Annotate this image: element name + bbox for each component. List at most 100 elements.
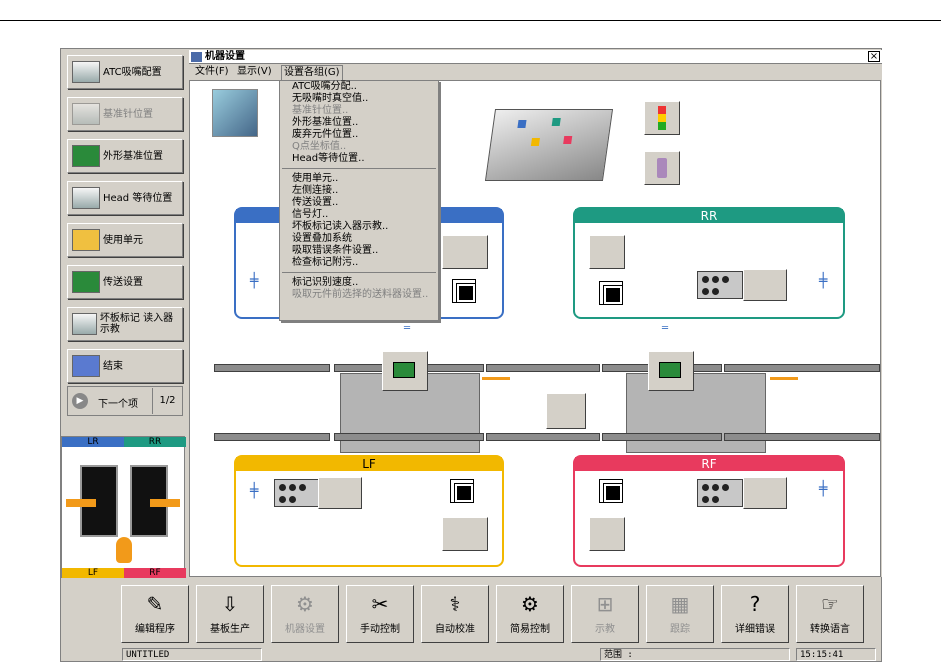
language-icon: ☞ — [821, 592, 839, 616]
next-item-button[interactable]: 下一个项 — [98, 395, 138, 410]
toolbar-button[interactable]: ⇩ 基板生产 — [196, 585, 264, 643]
dropdown-menu-item[interactable]: 信号灯.. — [280, 209, 438, 221]
lr-nozzle-tile[interactable] — [442, 235, 488, 269]
center-unit-tile[interactable] — [546, 393, 586, 429]
rr-camera-icon[interactable] — [599, 281, 623, 305]
menu-view[interactable]: 显示(V) — [237, 65, 272, 79]
head-wait-button[interactable]: Head 等待位置 — [67, 181, 183, 215]
toolbar-button[interactable]: ⚕ 自动校准 — [421, 585, 489, 643]
toolbar-button-label: 跟踪 — [670, 624, 690, 635]
toolbar-button[interactable]: ▦ 跟踪 — [646, 585, 714, 643]
flow-arrow-icon — [66, 499, 96, 507]
rf-marker — [563, 136, 573, 144]
toolbar-button[interactable]: ⚙ 简易控制 — [496, 585, 564, 643]
edit-program-icon: ✎ — [146, 592, 164, 616]
toolbar-button-label: 编辑程序 — [135, 624, 175, 635]
toolbar-button-label: 示教 — [595, 624, 615, 635]
machine-setup-icon: ⚙ — [296, 592, 314, 616]
close-button[interactable]: × — [868, 51, 880, 62]
simple-control-icon: ⚙ — [521, 592, 539, 616]
operator-icon — [116, 537, 132, 563]
dropdown-menu-item[interactable]: 左侧连接.. — [280, 185, 438, 197]
rf-feeder-icon — [697, 479, 743, 507]
right-transfer-tile[interactable] — [648, 351, 694, 391]
dropdown-menu-item[interactable]: Q点坐标值.. — [280, 141, 438, 153]
dropdown-menu-item[interactable]: 设置叠加系统 — [280, 233, 438, 245]
lr-head-icon: ╪ — [250, 273, 259, 289]
lf-header: LF — [236, 457, 502, 471]
page-indicator: 1/2 — [152, 388, 182, 414]
lf-feeder-tile[interactable] — [318, 477, 362, 509]
transfer-setup-button[interactable]: 传送设置 — [67, 265, 183, 299]
error-detail-icon: ? — [749, 592, 761, 616]
window-title: 机器设置 — [189, 50, 882, 64]
left-stopper-icon — [482, 377, 510, 387]
program-name: UNTITLED — [122, 648, 262, 661]
exit-door-icon — [72, 355, 100, 377]
dropdown-menu-item[interactable]: 废弃元件位置.. — [280, 129, 438, 141]
conveyor-rail — [724, 364, 880, 372]
menu-settings-group[interactable]: 设置各组(G) — [281, 65, 343, 81]
lr-marker — [517, 120, 527, 128]
dropdown-menu-item[interactable]: 无吸嘴时真空值.. — [280, 93, 438, 105]
dropdown-menu-item[interactable]: Head等待位置.. — [280, 153, 438, 165]
outline-reference-button[interactable]: 外形基准位置 — [67, 139, 183, 173]
lr-camera-icon[interactable] — [452, 279, 476, 303]
dropdown-menu-item[interactable]: 吸取错误条件设置.. — [280, 245, 438, 257]
dropdown-menu-item[interactable]: 传送设置.. — [280, 197, 438, 209]
menubar: 文件(F) 显示(V) 设置各组(G) — [189, 65, 882, 81]
dropdown-menu-item[interactable]: 坏板标记读入器示教.. — [280, 221, 438, 233]
lf-head-icon: ╪ — [250, 483, 259, 499]
toolbar-button[interactable]: ✎ 编辑程序 — [121, 585, 189, 643]
toolbar-button-label: 手动控制 — [360, 624, 400, 635]
dropdown-menu-item[interactable]: 使用单元.. — [280, 173, 438, 185]
dropdown-menu-item[interactable]: 检查标记附污.. — [280, 257, 438, 269]
toolbar-button[interactable]: ⚙ 机器设置 — [271, 585, 339, 643]
clock: 15:15:41 — [796, 648, 876, 661]
pager: ▶ 下一个项 1/2 — [67, 386, 183, 416]
lr-conveyor-marker: ═ — [404, 323, 411, 334]
dropdown-menu-item[interactable]: 外形基准位置.. — [280, 117, 438, 129]
vacuum-nozzle-button[interactable] — [644, 151, 680, 185]
reference-pin-button[interactable]: 基准针位置 — [67, 97, 183, 131]
signal-tower-button[interactable] — [644, 101, 680, 135]
use-unit-button[interactable]: 使用单元 — [67, 223, 183, 257]
rr-header: RR — [575, 209, 843, 223]
rr-nozzle-tile[interactable] — [589, 235, 625, 269]
conveyor-rail — [602, 433, 722, 441]
rr-feeder-tile[interactable] — [743, 269, 787, 301]
atc-nozzle-button[interactable]: ATC吸嘴配置 — [67, 55, 183, 89]
toolbar-button[interactable]: ? 详细错误 — [721, 585, 789, 643]
next-arrow-icon[interactable]: ▶ — [72, 393, 88, 409]
lf-camera-icon[interactable] — [450, 479, 474, 503]
dropdown-menu-item[interactable]: ATC吸嘴分配.. — [280, 81, 438, 93]
toolbar-button[interactable]: ⊞ 示教 — [571, 585, 639, 643]
toolbar-button[interactable]: ☞ 转换语言 — [796, 585, 864, 643]
bad-mark-teach-button[interactable]: 坏板标记 读入器示教 — [67, 307, 183, 341]
settings-group-dropdown: ATC吸嘴分配.. 无吸嘴时真空值.. 基准针位置.. 外形基准位置.. 废弃元件位置.… — [279, 80, 439, 321]
rr-head-icon: ╪ — [819, 273, 828, 289]
head-rf-panel: RF ╪ — [573, 455, 845, 567]
right-stopper-icon — [770, 377, 798, 387]
lf-nozzle-tile[interactable] — [442, 517, 488, 551]
left-transfer-tile[interactable] — [382, 351, 428, 391]
conveyor-rail — [334, 433, 484, 441]
rf-camera-icon[interactable] — [599, 479, 623, 503]
toolbar-button[interactable]: ✂ 手动控制 — [346, 585, 414, 643]
exit-button[interactable]: 结束 — [67, 349, 183, 383]
dropdown-menu-item[interactable]: 基准针位置.. — [280, 105, 438, 117]
toolbar-button-label: 机器设置 — [285, 624, 325, 635]
dropdown-menu-item[interactable]: 标记识别速度.. — [280, 277, 438, 289]
rf-nozzle-tile[interactable] — [589, 517, 625, 551]
head-lf-panel: LF ╪ — [234, 455, 504, 567]
board-icon — [393, 362, 415, 378]
menu-file[interactable]: 文件(F) — [195, 65, 229, 79]
toolbar-button-label: 简易控制 — [510, 624, 550, 635]
dropdown-menu-item[interactable]: 吸取元件前选择的送料器设置.. — [280, 289, 438, 301]
lf-feeder-icon — [274, 479, 320, 507]
head-rr-panel: RR ╪ — [573, 207, 845, 319]
rf-label: RF — [124, 568, 186, 578]
machine-image — [484, 109, 614, 181]
rf-feeder-tile[interactable] — [743, 477, 787, 509]
board-icon — [659, 362, 681, 378]
